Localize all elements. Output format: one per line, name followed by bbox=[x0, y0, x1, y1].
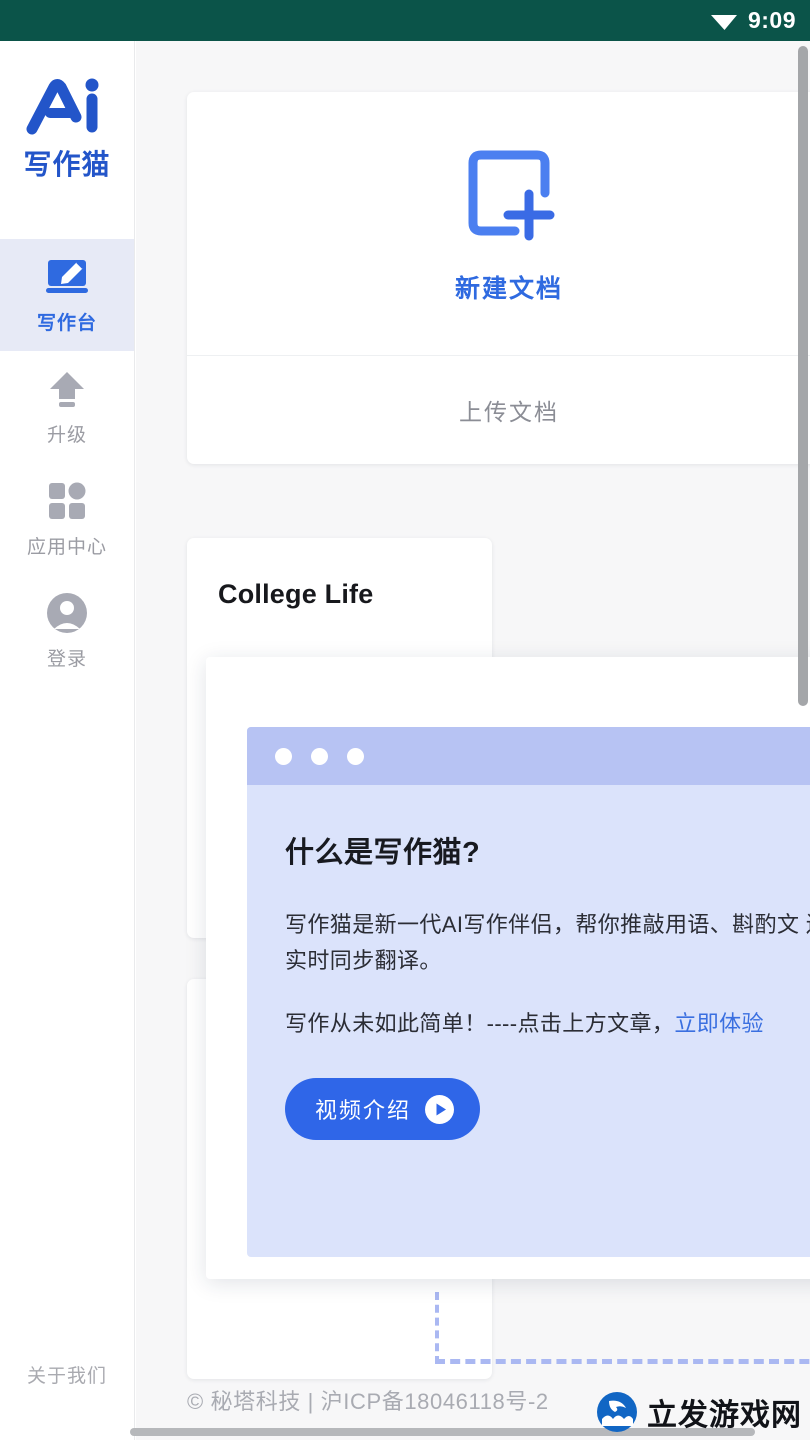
intro-modal-cta-prefix: 写作从未如此简单！----点击上方文章， bbox=[285, 1011, 675, 1037]
ai-logo-icon bbox=[26, 78, 99, 135]
window-dot-icon bbox=[311, 747, 328, 765]
new-document-button[interactable]: 新建文档 bbox=[187, 92, 810, 356]
new-document-label: 新建文档 bbox=[454, 274, 563, 303]
sidebar: 写作猫 写作台 升级 应用中心 登录 关于我们 bbox=[0, 41, 135, 1440]
user-account-icon bbox=[44, 591, 90, 635]
sidebar-item-upgrade[interactable]: 升级 bbox=[0, 351, 134, 463]
sidebar-nav: 写作台 升级 应用中心 登录 bbox=[0, 239, 134, 687]
sidebar-item-label: 登录 bbox=[46, 649, 87, 670]
dolphin-logo-icon bbox=[597, 1392, 637, 1432]
play-circle-icon bbox=[425, 1094, 455, 1124]
main-content: 新建文档 上传文档 College Life 什么是写作猫? 写作猫是新一代AI… bbox=[136, 41, 810, 1440]
sidebar-item-label: 应用中心 bbox=[26, 537, 107, 558]
app-logo-text: 写作猫 bbox=[23, 148, 111, 181]
sidebar-item-login[interactable]: 登录 bbox=[0, 575, 134, 687]
intro-modal-heading: 什么是写作猫? bbox=[285, 837, 481, 869]
sidebar-item-label: 升级 bbox=[46, 425, 87, 446]
intro-modal-cta: 写作从未如此简单！----点击上方文章，立即体验 bbox=[285, 1006, 810, 1038]
sidebar-item-app-center[interactable]: 应用中心 bbox=[0, 463, 134, 575]
intro-modal-cta-link[interactable]: 立即体验 bbox=[674, 1011, 764, 1036]
sidebar-item-writing-desk[interactable]: 写作台 bbox=[0, 239, 134, 351]
watermark: 立发游戏网 bbox=[597, 1390, 802, 1434]
wifi-icon bbox=[710, 14, 737, 30]
video-intro-button[interactable]: 视频介绍 bbox=[285, 1078, 481, 1141]
intro-modal: 什么是写作猫? 写作猫是新一代AI写作伴侣，帮你推敲用语、斟酌文 还能实时同步翻… bbox=[206, 657, 810, 1279]
upload-document-button[interactable]: 上传文档 bbox=[187, 356, 810, 463]
sidebar-about-us[interactable]: 关于我们 bbox=[27, 1361, 107, 1388]
status-bar: 9:09 bbox=[0, 0, 810, 41]
watermark-text: 立发游戏网 bbox=[647, 1398, 802, 1433]
app-root: 9:09 写作猫 写作台 升级 应用中心 登录 关于我们 新建文档 上传文档 C… bbox=[0, 0, 810, 1440]
intro-modal-body: 什么是写作猫? 写作猫是新一代AI写作伴侣，帮你推敲用语、斟酌文 还能实时同步翻… bbox=[247, 785, 810, 1141]
writing-desk-icon bbox=[44, 255, 90, 299]
upload-document-label: 上传文档 bbox=[459, 398, 559, 425]
new-document-plus-icon bbox=[468, 150, 555, 240]
sidebar-item-label: 写作台 bbox=[36, 313, 97, 334]
intro-modal-paragraph: 写作猫是新一代AI写作伴侣，帮你推敲用语、斟酌文 还能实时同步翻译。 bbox=[285, 912, 810, 973]
intro-modal-titlebar bbox=[247, 727, 810, 785]
window-dot-icon bbox=[347, 747, 364, 765]
footer-copyright: © 秘塔科技 | 沪ICP备18046118号-2 bbox=[187, 1389, 549, 1414]
intro-modal-window: 什么是写作猫? 写作猫是新一代AI写作伴侣，帮你推敲用语、斟酌文 还能实时同步翻… bbox=[247, 727, 810, 1257]
window-dot-icon bbox=[275, 747, 292, 765]
dashed-guide-horizontal bbox=[435, 1359, 810, 1364]
app-center-grid-icon bbox=[44, 479, 90, 523]
app-logo[interactable]: 写作猫 bbox=[23, 77, 110, 183]
video-intro-label: 视频介绍 bbox=[315, 1098, 412, 1124]
dashed-guide-vertical bbox=[435, 1292, 439, 1364]
upgrade-arrow-icon bbox=[44, 367, 90, 411]
vertical-scrollbar[interactable] bbox=[798, 46, 808, 706]
new-document-card: 新建文档 上传文档 bbox=[187, 92, 810, 464]
status-bar-time: 9:09 bbox=[747, 7, 796, 33]
document-card-title: College Life bbox=[218, 579, 374, 609]
